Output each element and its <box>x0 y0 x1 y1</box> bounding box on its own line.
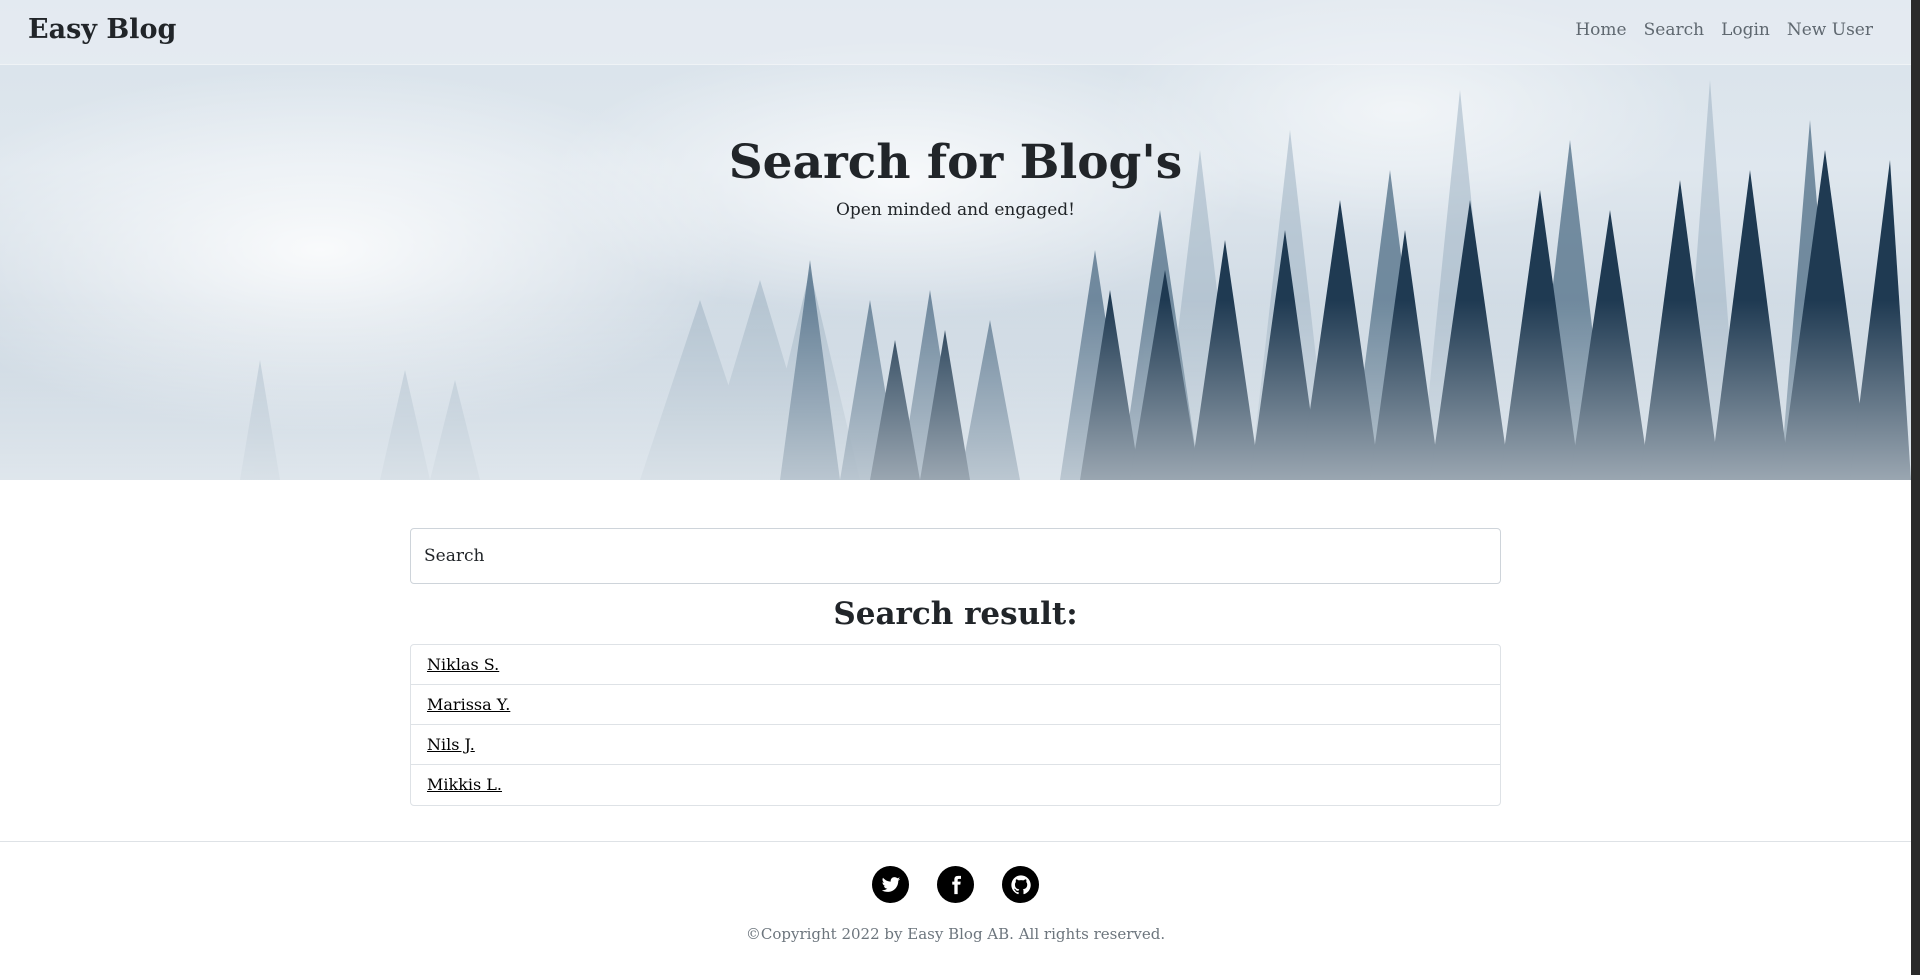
search-result-list: Niklas S. Marissa Y. Nils J. Mikkis L. <box>410 644 1501 806</box>
github-button[interactable] <box>1002 866 1039 903</box>
page: Easy Blog Home Search Login New User Sea… <box>0 0 1911 975</box>
nav-link-search[interactable]: Search <box>1644 20 1704 40</box>
twitter-button[interactable] <box>872 866 909 903</box>
nav-links: Home Search Login New User <box>1575 20 1873 40</box>
social-links <box>0 866 1911 903</box>
facebook-icon <box>951 875 961 894</box>
hero-subtitle: Open minded and engaged! <box>835 200 1076 220</box>
window-scrollbar[interactable] <box>1911 0 1920 975</box>
nav-link-home[interactable]: Home <box>1575 20 1626 40</box>
result-link-nils[interactable]: Nils J. <box>427 735 475 754</box>
twitter-icon <box>881 876 900 892</box>
search-result-heading: Search result: <box>833 596 1078 632</box>
footer-divider <box>0 841 1911 842</box>
forest-background-image <box>0 80 1911 480</box>
hero-banner: Easy Blog Home Search Login New User Sea… <box>0 0 1911 480</box>
result-link-marissa[interactable]: Marissa Y. <box>427 695 510 714</box>
navbar: Easy Blog Home Search Login New User <box>0 0 1911 65</box>
brand-logo-link[interactable]: Easy Blog <box>28 14 176 45</box>
github-icon <box>1010 874 1031 894</box>
list-item: Niklas S. <box>411 645 1500 685</box>
result-link-mikkis[interactable]: Mikkis L. <box>427 775 502 794</box>
facebook-button[interactable] <box>937 866 974 903</box>
search-input[interactable] <box>410 528 1501 584</box>
result-link-niklas[interactable]: Niklas S. <box>427 655 499 674</box>
list-item: Marissa Y. <box>411 685 1500 725</box>
copyright-text: ©Copyright 2022 by Easy Blog AB. All rig… <box>745 925 1166 943</box>
hero-title: Search for Blog's <box>728 135 1183 190</box>
nav-link-new-user[interactable]: New User <box>1787 20 1873 40</box>
list-item: Mikkis L. <box>411 765 1500 805</box>
nav-link-login[interactable]: Login <box>1721 20 1770 40</box>
list-item: Nils J. <box>411 725 1500 765</box>
